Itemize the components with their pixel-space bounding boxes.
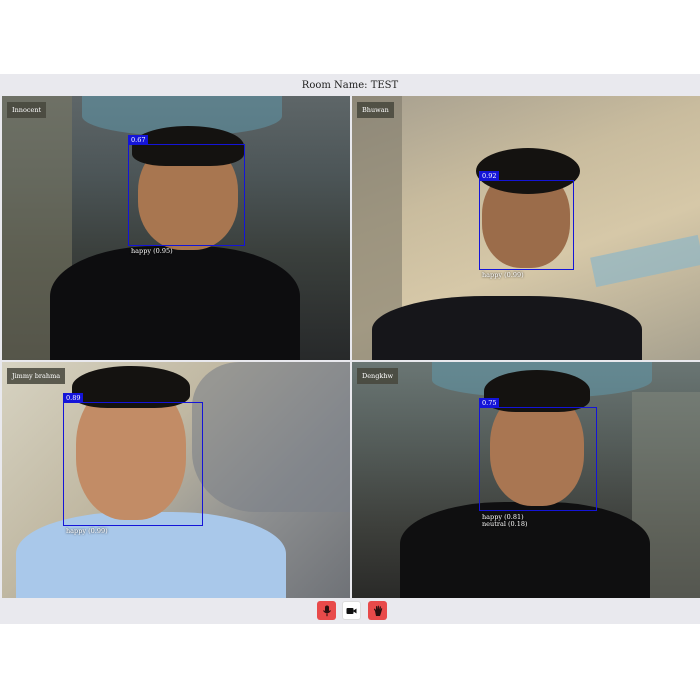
toggle-camera-button[interactable] (342, 601, 361, 620)
call-controls-bar (0, 598, 700, 624)
face-detection-box: 0.67 happy (0.95) (128, 135, 245, 255)
face-detection-box: 0.75 happy (0.81) neutral (0.18) (479, 398, 597, 528)
video-grid: Innocent 0.67 happy (0.95) Bhuwan 0.92 h… (2, 96, 700, 598)
face-detection-box: 0.92 happy (0.99) (479, 171, 574, 279)
raise-hand-button[interactable] (368, 601, 387, 620)
emotion-label: neutral (0.18) (482, 520, 528, 528)
detection-score-badge: 0.67 (128, 135, 149, 145)
room-name-title: Room Name: TEST (301, 80, 399, 91)
emotion-label: happy (0.99) (66, 527, 108, 535)
detection-score-badge: 0.92 (479, 171, 500, 181)
face-detection-box: 0.89 happy (0.99) (63, 393, 203, 535)
mosquito-net (590, 234, 700, 288)
video-tile-innocent[interactable]: Innocent 0.67 happy (0.95) (2, 96, 350, 360)
person-torso (50, 246, 300, 360)
emotion-label: happy (0.99) (482, 271, 524, 279)
person-hair (484, 370, 590, 412)
video-tile-bhuwan[interactable]: Bhuwan 0.92 happy (0.99) (352, 96, 700, 360)
participant-name-tag: Bhuwan (357, 102, 394, 118)
person-torso (400, 502, 650, 598)
meeting-room: Room Name: TEST Innocent 0.67 happy (0.9… (0, 74, 700, 624)
video-tile-jimmy-brahma[interactable]: Jimmy brahma 0.89 happy (0.99) (2, 362, 350, 598)
participant-name-tag: Innocent (7, 102, 47, 118)
video-camera-icon (346, 607, 357, 614)
detection-score-badge: 0.89 (63, 393, 84, 403)
toggle-mic-button[interactable] (317, 601, 336, 620)
person-torso (372, 296, 642, 360)
detection-score-badge: 0.75 (479, 398, 500, 408)
participant-name-tag: Jimmy brahma (7, 368, 66, 384)
raise-hand-icon (373, 605, 382, 616)
microphone-icon (322, 605, 331, 616)
emotion-label: happy (0.95) (131, 247, 173, 255)
participant-name-tag: Dengkhw (357, 368, 399, 384)
video-tile-dengkhw[interactable]: Dengkhw 0.75 happy (0.81) neutral (0.18) (352, 362, 700, 598)
mosquito-net (192, 362, 350, 512)
